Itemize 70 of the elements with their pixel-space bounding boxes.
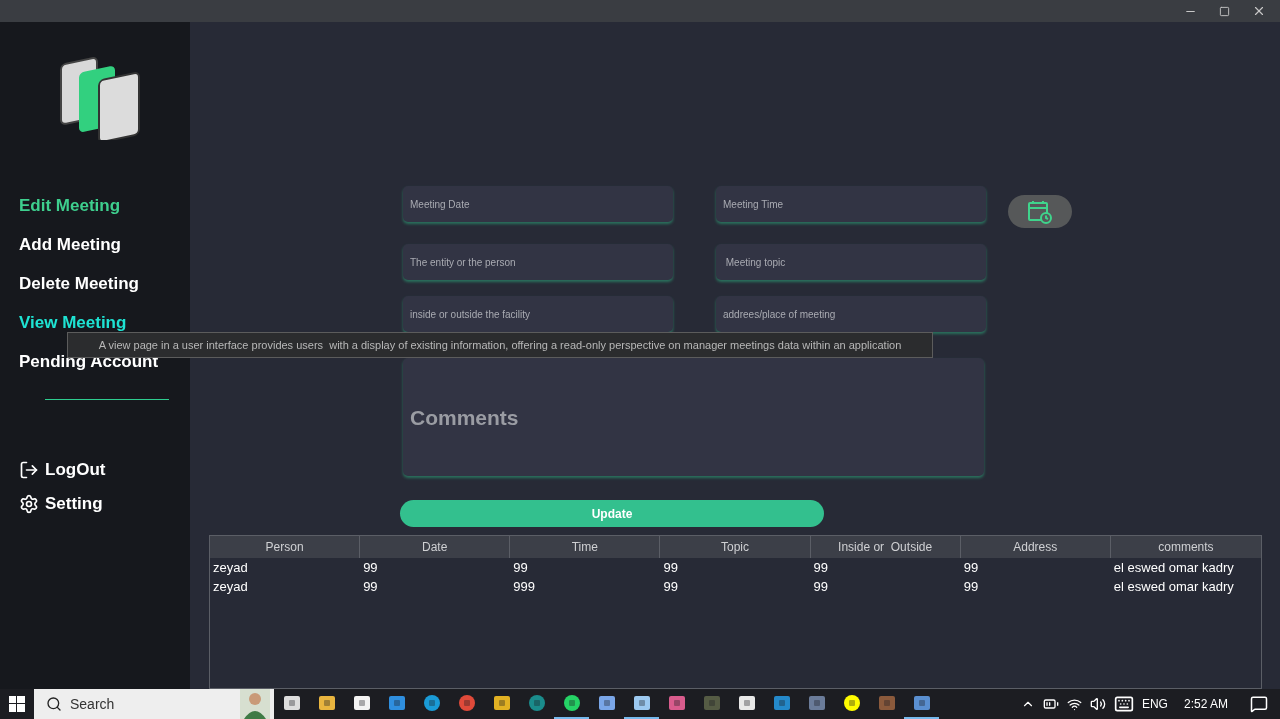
table-cell-text: 99 — [512, 560, 529, 575]
app-icon — [772, 694, 791, 712]
column-header[interactable]: Person — [210, 536, 361, 558]
app-icon — [317, 694, 336, 712]
wifi-icon[interactable] — [1066, 696, 1082, 712]
table-cell-text: 999 — [512, 579, 536, 594]
windows-icon — [9, 696, 25, 712]
app-icon — [912, 694, 931, 712]
input-field[interactable]: addrees/place of meeting — [716, 296, 986, 332]
table-cell-text: el eswed omar kadry — [1112, 560, 1235, 575]
app-icon — [562, 694, 581, 712]
app-icon — [702, 694, 721, 712]
app-icon — [457, 694, 476, 712]
volume-icon[interactable] — [1089, 696, 1106, 712]
settings-link[interactable]: Setting — [19, 494, 190, 514]
nav-link[interactable]: Add Meeting — [19, 235, 190, 254]
table-cell-text: 99 — [662, 560, 679, 575]
column-header[interactable]: Time — [510, 536, 661, 558]
table-cell-text: 99 — [662, 579, 679, 594]
figure-icon — [240, 689, 270, 719]
close-icon[interactable] — [1252, 4, 1266, 18]
search-icon — [46, 696, 62, 712]
table-cell-text: 99 — [362, 579, 379, 594]
app-icon — [527, 694, 546, 712]
column-header[interactable]: Date — [360, 536, 511, 558]
table-cell-text: el eswed omar kadry — [1112, 579, 1235, 594]
comments-field[interactable]: Comments — [403, 358, 984, 476]
table-cell-text: 99 — [962, 560, 980, 575]
calendar-button[interactable] — [1008, 195, 1072, 228]
language-indicator[interactable]: ENG — [1141, 697, 1168, 711]
app-icon — [807, 694, 826, 712]
clock[interactable]: 2:52 AM — [1183, 697, 1228, 711]
tooltip: A view page in a user interface provides users with a display of existing information, offering a read-only perspective on manager meetings data within an application — [67, 332, 933, 358]
app-icon — [282, 694, 301, 712]
app-icon — [737, 694, 756, 712]
app-icon — [842, 694, 861, 712]
table-cell-text: 99 — [362, 560, 379, 575]
maximize-icon[interactable] — [1219, 5, 1230, 17]
app-icon — [877, 694, 896, 712]
app-icon — [352, 694, 371, 712]
settings-icon — [19, 494, 39, 514]
app-icon — [632, 694, 651, 712]
keyboard-icon[interactable] — [1113, 694, 1134, 714]
input-field[interactable]: Meeting topic — [716, 244, 986, 280]
app-icon — [492, 694, 511, 712]
input-field[interactable]: inside or outside the facility — [403, 296, 673, 332]
table-cell-text: 99 — [812, 579, 830, 594]
notifications-icon[interactable] — [1250, 695, 1268, 713]
calendar-clock-icon — [1027, 198, 1053, 225]
app-icon — [597, 694, 616, 712]
app-icon — [667, 694, 686, 712]
input-field[interactable]: Meeting Time — [716, 186, 986, 222]
column-header[interactable]: Topic — [660, 536, 811, 558]
battery-icon[interactable] — [1042, 696, 1059, 712]
nav-link[interactable]: View Meeting — [19, 313, 190, 332]
app-icon — [387, 694, 406, 712]
input-field[interactable]: Meeting Date — [403, 186, 673, 222]
column-header[interactable]: Address — [960, 536, 1111, 558]
column-header[interactable]: Inside or Outside — [810, 536, 961, 558]
nav-link[interactable]: Delete Meeting — [19, 274, 190, 293]
column-header[interactable]: comments — [1110, 536, 1261, 558]
logout-link[interactable]: LogOut — [19, 460, 190, 480]
nav-link[interactable]: Edit Meeting — [19, 196, 190, 215]
table-cell-text: zeyad — [212, 560, 249, 575]
app-icon — [422, 694, 441, 712]
table-cell-text: zeyad — [212, 579, 249, 594]
input-field[interactable]: The entity or the person — [403, 244, 673, 280]
logout-icon — [19, 460, 39, 480]
table-cell-text: 99 — [962, 579, 980, 594]
table-cell-text: 99 — [812, 560, 830, 575]
